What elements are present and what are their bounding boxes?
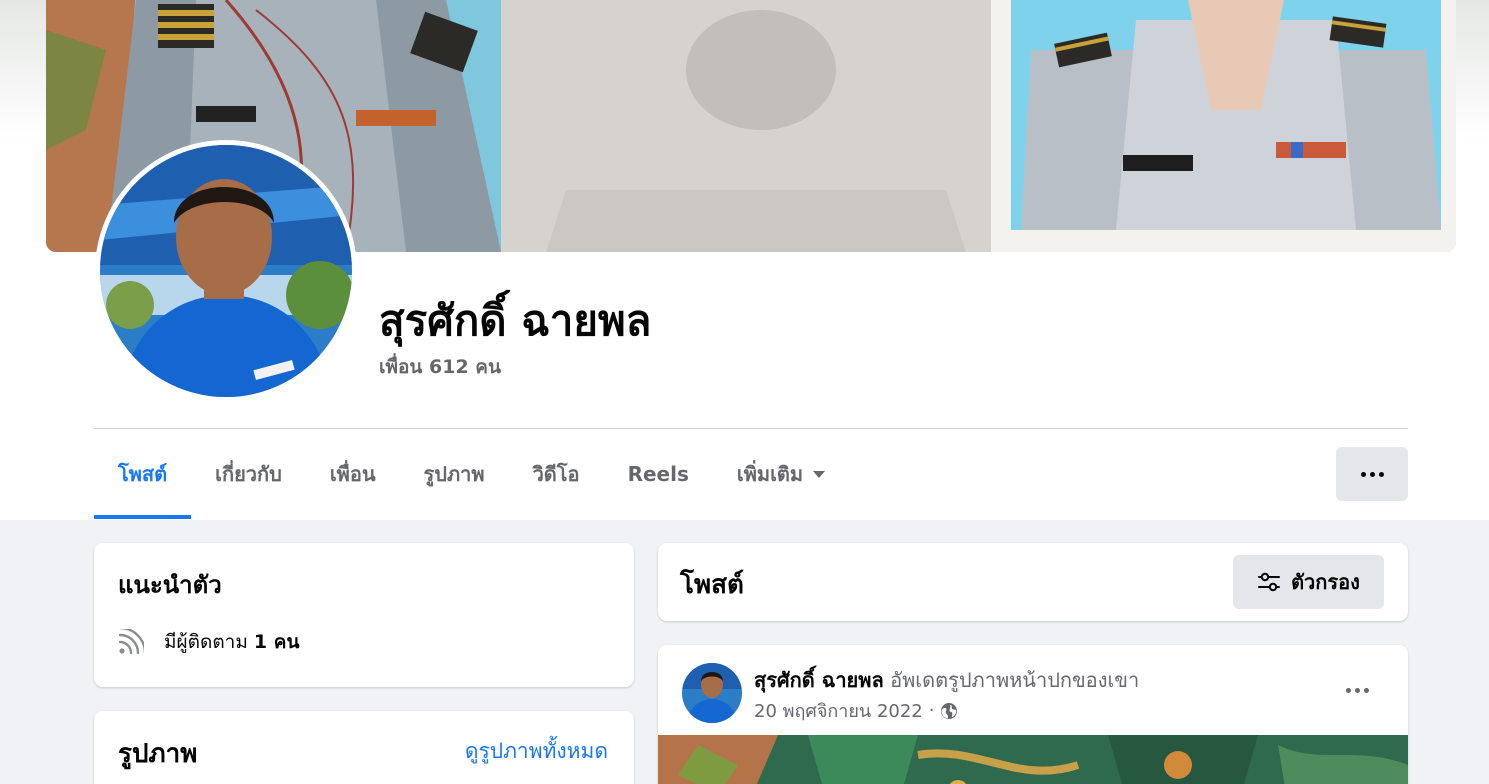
post-action-text: อัพเดตรูปภาพหน้าปกของเขา xyxy=(890,668,1140,692)
caret-down-icon xyxy=(813,470,826,478)
photos-card: รูปภาพ ดูรูปภาพทั้งหมด xyxy=(94,711,634,784)
followers-row: มีผู้ติดตาม 1 คน xyxy=(118,627,299,657)
post-author-name[interactable]: สุรศักดิ์ ฉายพล xyxy=(754,668,884,692)
post-date[interactable]: 20 พฤศจิกายน 2022 xyxy=(754,696,923,725)
tab-videos-label: วิดีโอ xyxy=(532,462,580,486)
ellipsis-dot xyxy=(1363,687,1369,693)
followers-feed-icon xyxy=(118,629,144,655)
tab-posts-label: โพสต์ xyxy=(118,462,168,486)
photos-title: รูปภาพ xyxy=(118,739,198,769)
tab-photos[interactable]: รูปภาพ xyxy=(400,430,509,518)
post-headline: สุรศักดิ์ ฉายพล อัพเดตรูปภาพหน้าปกของเขา xyxy=(754,664,1139,696)
followers-count[interactable]: 1 คน xyxy=(254,631,300,653)
tab-friends-label: เพื่อน xyxy=(329,462,376,486)
ellipsis-icon xyxy=(1345,687,1351,693)
filter-sliders-icon xyxy=(1258,572,1281,592)
tab-photos-label: รูปภาพ xyxy=(423,462,485,486)
ellipsis-dot xyxy=(1354,687,1360,693)
profile-tabs: โพสต์ เกี่ยวกับ เพื่อน รูปภาพ วิดีโอ Ree… xyxy=(94,430,849,520)
tab-reels[interactable]: Reels xyxy=(604,430,713,518)
post-meta: 20 พฤศจิกายน 2022 · xyxy=(754,696,958,725)
post-card: สุรศักดิ์ ฉายพล อัพเดตรูปภาพหน้าปกของเขา… xyxy=(658,645,1408,784)
tab-posts[interactable]: โพสต์ xyxy=(94,430,192,519)
more-options-button[interactable] xyxy=(1336,447,1408,501)
tab-about-label: เกี่ยวกับ xyxy=(215,462,282,486)
filter-label: ตัวกรอง xyxy=(1291,570,1360,594)
followers-prefix: มีผู้ติดตาม xyxy=(164,631,248,653)
globe-icon[interactable] xyxy=(940,702,958,720)
ellipsis-dot xyxy=(1378,471,1384,477)
intro-title: แนะนำตัว xyxy=(118,571,222,599)
profile-name: สุรศักดิ์ ฉายพล xyxy=(379,296,652,345)
see-all-photos-link[interactable]: ดูรูปภาพทั้งหมด xyxy=(465,735,608,768)
post-cover-image[interactable] xyxy=(658,735,1408,784)
avatar[interactable] xyxy=(100,145,352,397)
intro-card: แนะนำตัว มีผู้ติดตาม 1 คน xyxy=(94,543,634,687)
tab-more[interactable]: เพิ่มเติม xyxy=(713,430,849,518)
followers-text: มีผู้ติดตาม 1 คน xyxy=(164,627,299,657)
post-options-button[interactable] xyxy=(1338,679,1376,701)
friends-count[interactable]: เพื่อน 612 คน xyxy=(379,352,501,382)
header-divider xyxy=(94,428,1408,429)
posts-title: โพสต์ xyxy=(680,570,744,600)
tab-more-label: เพิ่มเติม xyxy=(736,462,804,486)
tab-reels-label: Reels xyxy=(627,462,689,486)
ellipsis-dot xyxy=(1369,471,1375,477)
filter-button[interactable]: ตัวกรอง xyxy=(1233,555,1384,609)
post-meta-separator: · xyxy=(928,700,935,721)
post-author-avatar[interactable] xyxy=(682,663,742,723)
tab-videos[interactable]: วิดีโอ xyxy=(509,430,604,518)
ellipsis-icon xyxy=(1360,471,1366,477)
tab-friends[interactable]: เพื่อน xyxy=(306,430,400,518)
tab-about[interactable]: เกี่ยวกับ xyxy=(191,430,306,518)
posts-header-card: โพสต์ ตัวกรอง xyxy=(658,543,1408,621)
